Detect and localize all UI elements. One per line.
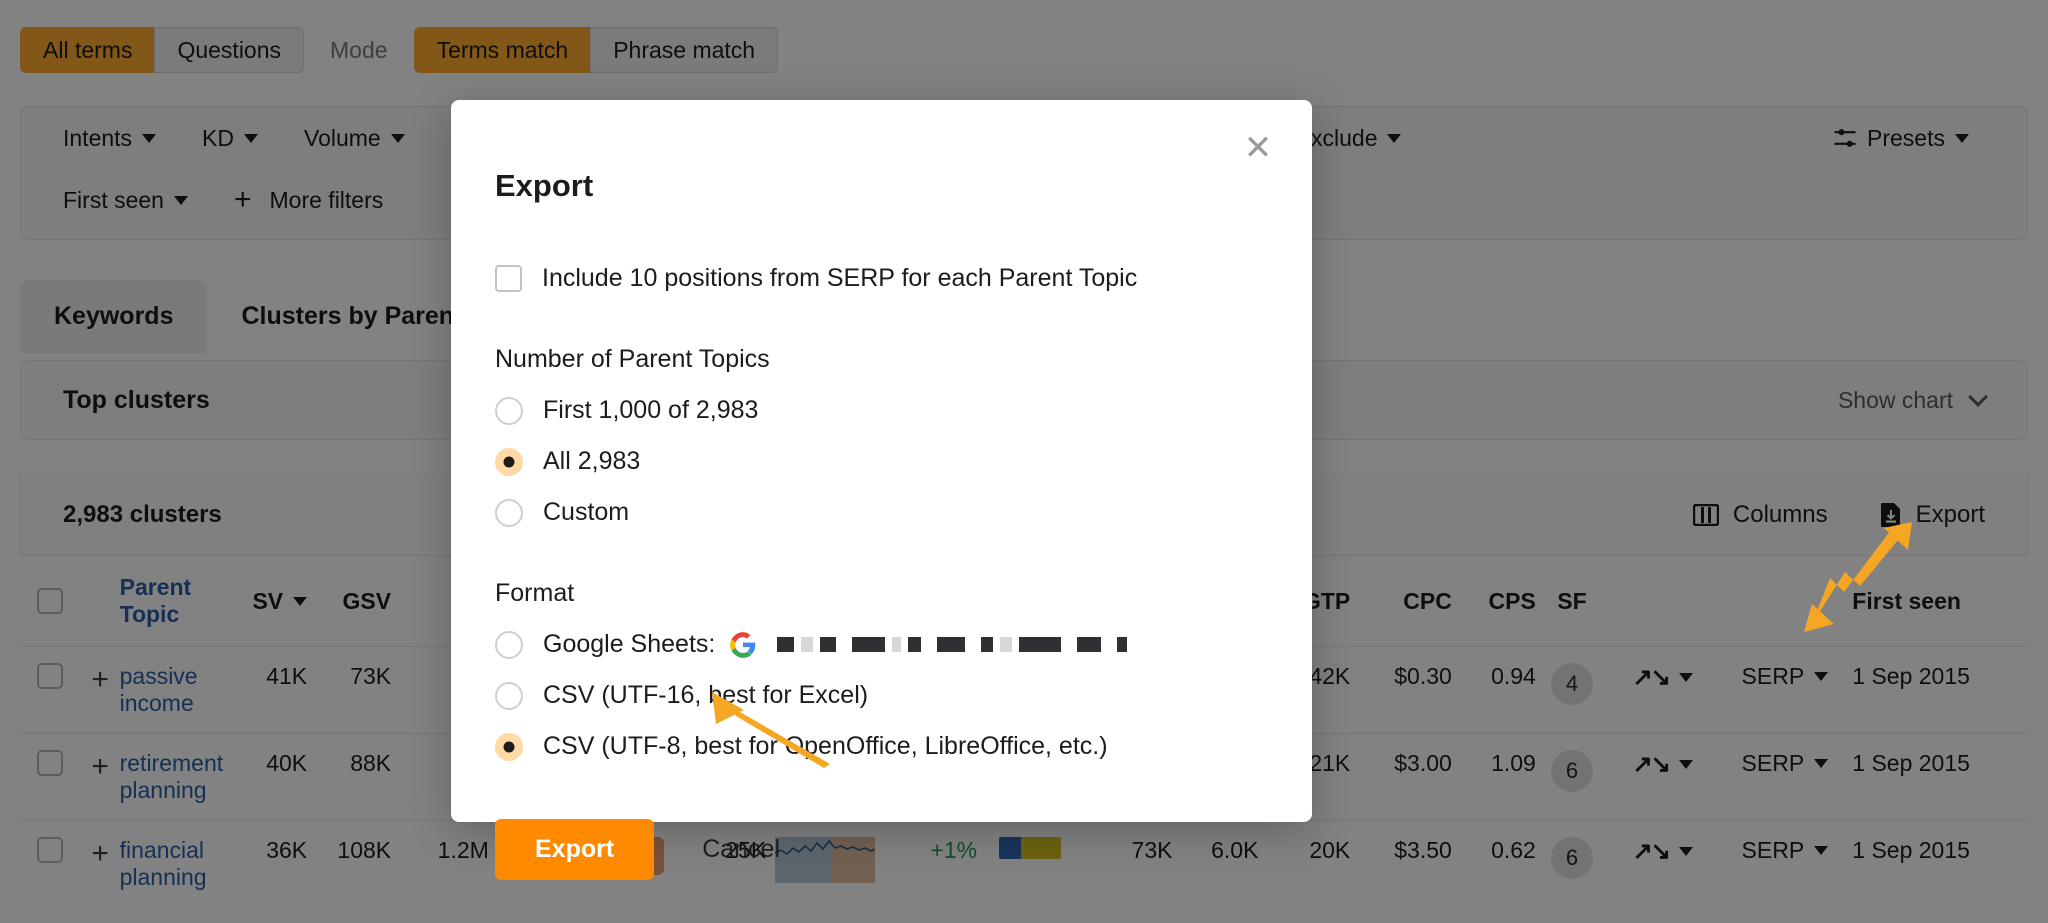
include-serp-checkbox-row[interactable]: Include 10 positions from SERP for each … [495, 264, 1268, 293]
google-sheets-line: Google Sheets: [543, 630, 1127, 659]
radio-google-sheets-control[interactable] [495, 631, 523, 659]
export-modal: ✕ Export Include 10 positions from SERP … [451, 100, 1312, 822]
radio-first-1000-control[interactable] [495, 397, 523, 425]
radio-csv-utf16[interactable]: CSV (UTF-16, best for Excel) [495, 681, 1268, 710]
number-of-parent-topics-title: Number of Parent Topics [495, 345, 1268, 374]
radio-custom-control[interactable] [495, 499, 523, 527]
modal-cancel-button[interactable]: Cancel [698, 819, 784, 880]
redacted-email-text [777, 637, 1127, 652]
radio-all[interactable]: All 2,983 [495, 447, 1268, 476]
radio-first-1000[interactable]: First 1,000 of 2,983 [495, 396, 1268, 425]
radio-csv-utf8-label: CSV (UTF-8, best for OpenOffice, LibreOf… [543, 732, 1108, 761]
radio-custom-label: Custom [543, 498, 629, 527]
radio-csv-utf8[interactable]: CSV (UTF-8, best for OpenOffice, LibreOf… [495, 732, 1268, 761]
screen-root: All terms Questions Mode Terms match Phr… [0, 0, 2048, 923]
radio-google-sheets-label: Google Sheets: [543, 630, 715, 659]
modal-title: Export [495, 100, 1268, 204]
radio-csv-utf16-control[interactable] [495, 682, 523, 710]
radio-all-control[interactable] [495, 448, 523, 476]
radio-first-1000-label: First 1,000 of 2,983 [543, 396, 758, 425]
radio-google-sheets[interactable]: Google Sheets: [495, 630, 1268, 659]
close-icon[interactable]: ✕ [1238, 128, 1278, 168]
modal-export-button[interactable]: Export [495, 819, 654, 880]
radio-csv-utf8-control[interactable] [495, 733, 523, 761]
radio-custom[interactable]: Custom [495, 498, 1268, 527]
include-serp-checkbox[interactable] [495, 265, 522, 292]
google-logo-icon [729, 631, 757, 659]
radio-csv-utf16-label: CSV (UTF-16, best for Excel) [543, 681, 868, 710]
modal-action-bar: Export Cancel [495, 819, 1268, 880]
format-title: Format [495, 579, 1268, 608]
include-serp-label: Include 10 positions from SERP for each … [542, 264, 1137, 293]
radio-all-label: All 2,983 [543, 447, 640, 476]
